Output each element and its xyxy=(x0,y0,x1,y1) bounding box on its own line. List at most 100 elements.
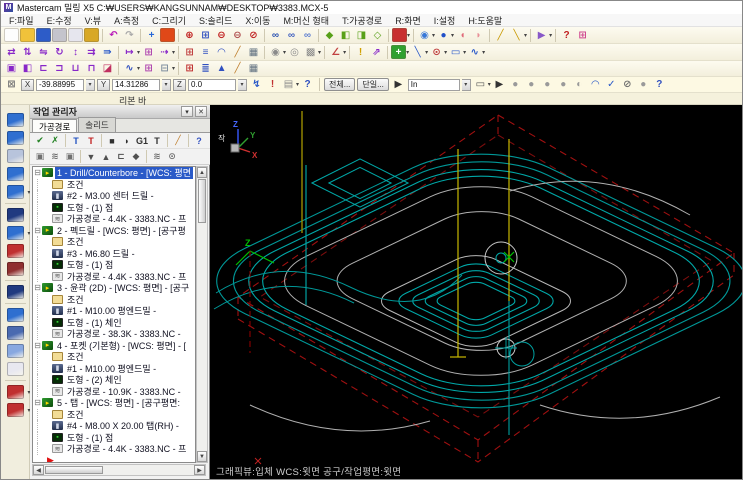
z-coordinate-input[interactable]: 0.0 xyxy=(188,78,236,91)
solid-boolean-icon[interactable]: ▾ xyxy=(6,226,31,240)
selection-help-icon[interactable]: ? xyxy=(652,78,667,92)
lock-selected-icon[interactable]: ▣ xyxy=(33,150,47,163)
tab-solids[interactable]: 솔리드 xyxy=(78,117,116,132)
scroll-up-button[interactable]: ▲ xyxy=(197,167,207,178)
analyze-entity-icon[interactable]: ∞ xyxy=(268,28,283,42)
x-coordinate-input[interactable]: -39.88995 xyxy=(36,78,84,91)
shaded-display-icon[interactable]: ● xyxy=(436,28,451,42)
window-arrange-dropdown[interactable]: ▾ xyxy=(172,65,175,72)
toggle-display-ops-icon[interactable]: ≋ xyxy=(150,150,164,163)
zoom-in-icon[interactable]: ⊕ xyxy=(182,28,197,42)
toolpath-surface-icon[interactable]: ◪ xyxy=(100,62,115,76)
light-toggle-icon[interactable]: ! xyxy=(353,45,368,59)
toolpath-pocket-icon[interactable]: ⊔ xyxy=(68,62,83,76)
analyze-chain-icon[interactable]: ∞ xyxy=(300,28,315,42)
analyze-angle-dropdown[interactable]: ▾ xyxy=(343,49,346,56)
insert-above-icon[interactable]: ⊏ xyxy=(114,150,128,163)
screen-blank-icon[interactable]: ▦ xyxy=(246,45,261,59)
toolpath-drill-icon[interactable]: ⊐ xyxy=(52,62,67,76)
solid-shell-icon[interactable] xyxy=(6,208,24,222)
gview-front-icon[interactable]: ◧ xyxy=(338,28,353,42)
machine-mill-icon[interactable]: ▣ xyxy=(4,62,19,76)
chain-manager-dropdown[interactable]: ▾ xyxy=(137,65,140,72)
tree-expander[interactable]: ⊟ xyxy=(33,341,42,350)
fit-screen-icon[interactable] xyxy=(160,28,175,42)
tree-expander[interactable]: ⊟ xyxy=(33,398,42,407)
menu-item[interactable]: S:솔리드 xyxy=(199,14,232,27)
scroll-left-button[interactable]: ◀ xyxy=(33,465,44,475)
clear-colors-dropdown[interactable]: ▾ xyxy=(549,32,552,39)
shaded-display-dropdown[interactable]: ▾ xyxy=(451,32,454,39)
operation-defaults-icon[interactable]: ╱ xyxy=(230,62,245,76)
solid-history-icon[interactable] xyxy=(6,308,24,322)
selection-clear-icon[interactable]: ⊘ xyxy=(620,78,635,92)
unselect-all-ops-icon[interactable]: ✗ xyxy=(48,134,62,147)
grid-settings-icon[interactable]: ⊞ xyxy=(182,45,197,59)
tree-operation-item[interactable]: ⊟ ▸ 5 - 탭 - [WCS: 평면] - [공구평면: xyxy=(33,397,195,409)
scroll-right-button[interactable]: ▶ xyxy=(194,465,205,475)
solid-loft-icon[interactable] xyxy=(6,167,24,181)
pan-icon[interactable]: + xyxy=(144,28,159,42)
attribute-multi-pencil-dropdown[interactable]: ▾ xyxy=(524,32,527,39)
analyze-angle-icon[interactable]: ∠ xyxy=(328,45,343,59)
y-dropdown[interactable]: ▾ xyxy=(162,78,171,91)
xform-stretch-dropdown[interactable]: ▾ xyxy=(137,49,140,56)
remove-hidden-icon[interactable]: ◗ xyxy=(471,28,486,42)
scroll-to-insert-icon[interactable]: ◆ xyxy=(129,150,143,163)
solid-extrude-icon[interactable] xyxy=(6,113,24,127)
create-rectangle-dropdown[interactable]: ▾ xyxy=(463,49,466,56)
solid-revolve-icon[interactable] xyxy=(6,131,24,145)
tree-item[interactable]: ≋ 가공경로 - 4.4K - 3383.NC - 프 xyxy=(33,443,195,455)
surfaces-menu-icon[interactable]: ▾ xyxy=(6,403,31,417)
horizontal-scroll-thumb[interactable] xyxy=(45,466,103,474)
analyze-dynamic-dropdown[interactable]: ▾ xyxy=(283,49,286,56)
tree-vertical-scrollbar[interactable]: ▲ ▼ xyxy=(196,166,208,463)
post-g1-icon[interactable]: G1 xyxy=(135,134,149,147)
tree-operation-item[interactable]: ⊟ ▸ 2 - 펙드릴 - [WCS: 평면] - [공구평 xyxy=(33,225,195,237)
menu-item[interactable]: C:그리기 xyxy=(152,14,186,27)
undo-icon[interactable]: ↶ xyxy=(106,28,121,42)
z-dropdown[interactable]: ▾ xyxy=(238,78,247,91)
menu-item[interactable]: I:설정 xyxy=(434,14,456,27)
tree-expander[interactable]: ⊟ xyxy=(33,283,42,292)
selection-cursor-icon[interactable]: ▶ xyxy=(492,78,507,92)
zoom-window-icon[interactable]: ⊞ xyxy=(198,28,213,42)
selection-poly-icon[interactable]: ● xyxy=(508,78,523,92)
xform-drag-icon[interactable]: ⇢ xyxy=(157,45,172,59)
menu-item[interactable]: V:뷰 xyxy=(85,14,101,27)
attribute-pencil-icon[interactable]: ╱ xyxy=(493,28,508,42)
vertical-scroll-thumb[interactable] xyxy=(198,179,206,223)
backplot-icon[interactable]: ■ xyxy=(105,134,119,147)
select-single-button[interactable]: 단일... xyxy=(357,78,389,91)
selection-pointer-icon[interactable]: ▶ xyxy=(391,78,406,92)
wireframe-display-icon[interactable]: ◉ xyxy=(417,28,432,42)
feed-speed-icon[interactable]: T xyxy=(150,134,164,147)
clipboard-dropdown[interactable]: ▾ xyxy=(296,81,299,88)
erase-entity-icon[interactable]: ╱ xyxy=(230,45,245,59)
menu-item[interactable]: F:파일 xyxy=(9,14,34,27)
regen-dirty-icon[interactable]: T xyxy=(84,134,98,147)
solid-shadow-icon[interactable] xyxy=(6,344,24,358)
toolpath-face-icon[interactable]: ⊓ xyxy=(84,62,99,76)
menu-item[interactable]: E:수정 xyxy=(47,14,72,27)
solid-trim-icon[interactable] xyxy=(6,262,24,276)
analyze-distance-icon[interactable]: ∞ xyxy=(284,28,299,42)
analyze-volume-icon[interactable]: ◎ xyxy=(287,45,302,59)
tool-manager-icon[interactable]: ▲ xyxy=(214,62,229,76)
toolpath-contour-icon[interactable]: ⊏ xyxy=(36,62,51,76)
autocursor-icon[interactable]: ⊠ xyxy=(4,78,19,92)
solid-thicken-icon[interactable] xyxy=(6,244,24,258)
analyze-area-dropdown[interactable]: ▾ xyxy=(318,49,321,56)
selection-vector-icon[interactable]: ● xyxy=(540,78,555,92)
xform-rotate-icon[interactable]: ↻ xyxy=(52,45,67,59)
menu-item[interactable]: H:도움말 xyxy=(468,14,502,27)
open-folder-icon[interactable] xyxy=(20,28,35,42)
menu-item[interactable]: X:이동 xyxy=(245,14,270,27)
zoom-selected-icon[interactable]: ⊘ xyxy=(246,28,261,42)
whats-this-help-icon[interactable]: ? xyxy=(559,28,574,42)
xform-translate-icon[interactable]: ⇄ xyxy=(4,45,19,59)
analyze-area-icon[interactable]: ▩ xyxy=(303,45,318,59)
selection-window-icon[interactable]: ▭ xyxy=(473,78,488,92)
coord-help-icon[interactable]: ? xyxy=(300,78,315,92)
tree-expander[interactable]: ⊟ xyxy=(33,226,42,235)
